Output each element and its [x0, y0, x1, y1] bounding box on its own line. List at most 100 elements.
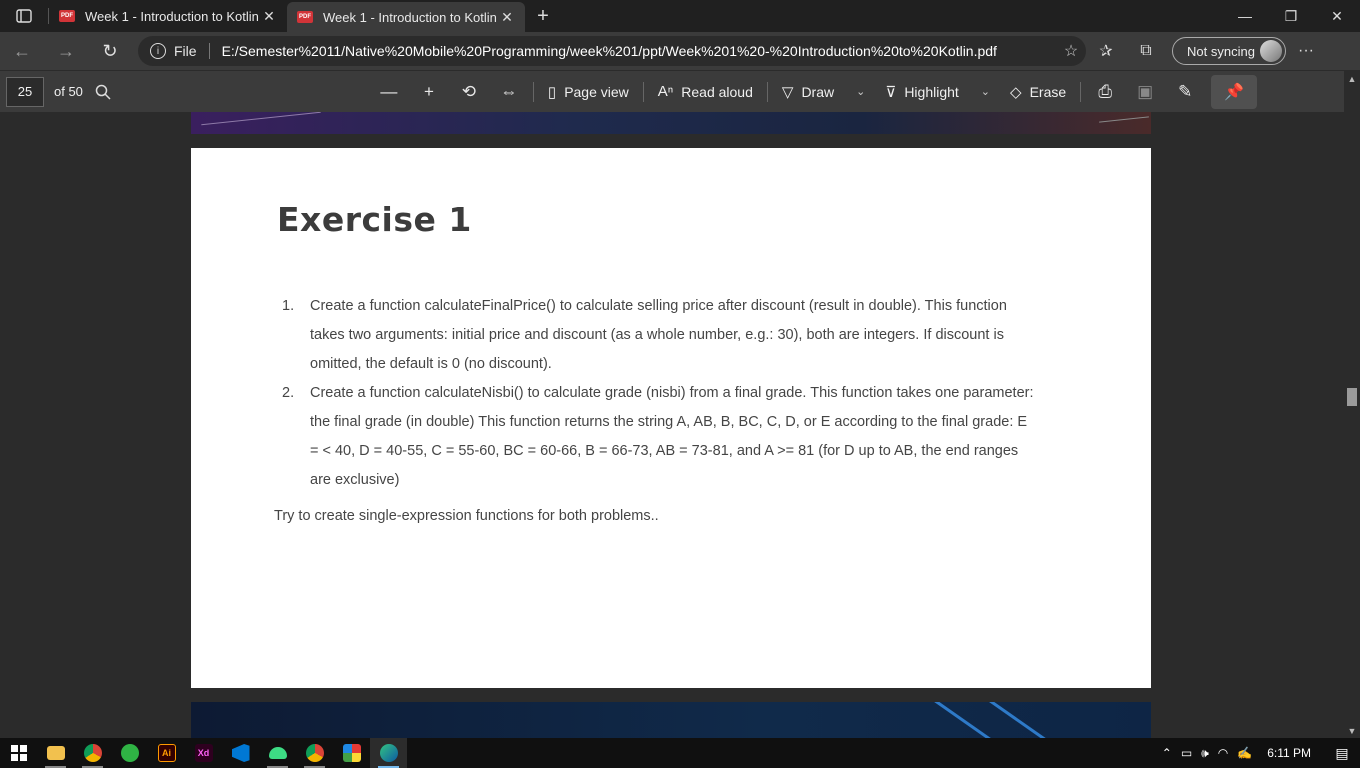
print-icon: ⎙ — [1098, 81, 1112, 101]
edge-icon — [379, 744, 398, 762]
toolbar-separator — [766, 81, 768, 102]
page-number-input[interactable]: 25 — [6, 76, 44, 107]
read-aloud-label: Read aloud — [681, 83, 753, 100]
pdf-viewer: Exercise 1 1. Create a function calculat… — [0, 112, 1344, 738]
save-as-button[interactable]: ✎ — [1165, 71, 1205, 113]
taskbar-illustrator[interactable]: Ai — [148, 738, 185, 768]
erase-label: Erase — [1029, 83, 1067, 100]
refresh-button[interactable]: ↻ — [88, 32, 132, 70]
close-tab-icon[interactable]: ✕ — [259, 8, 279, 25]
vertical-scrollbar[interactable]: ▲ ▼ — [1344, 70, 1360, 738]
decor-line — [980, 702, 1049, 738]
chat-icon — [120, 744, 139, 762]
arrow-left-icon: ← — [13, 40, 31, 61]
collections-button[interactable]: ⧉ — [1126, 42, 1166, 60]
save-button[interactable]: ▣ — [1125, 71, 1165, 113]
fit-to-width-button[interactable]: ⇔ — [489, 71, 529, 113]
draw-label: Draw — [801, 83, 835, 100]
taskbar-edge[interactable] — [370, 738, 407, 768]
pin-toolbar-button[interactable]: 📌 — [1211, 74, 1258, 109]
avatar — [1260, 40, 1282, 62]
pen-icon[interactable]: ✍ — [1237, 746, 1252, 760]
back-button[interactable]: ← — [0, 32, 44, 70]
add-favorite-icon[interactable]: ☆ — [1056, 41, 1086, 61]
taskbar-vscode[interactable] — [222, 738, 259, 768]
plus-icon: + — [423, 81, 434, 101]
taskbar: Ai Xd ⌃ ▭ 🕪 ◠ ✍ 6:11 PM ▤ — [0, 738, 1360, 768]
read-aloud-icon: A͏ⁿ — [657, 83, 674, 100]
url-field[interactable]: i File E:/Semester%2011/Native%20Mobile%… — [138, 36, 1086, 66]
slide-note: Try to create single-expression function… — [274, 508, 659, 524]
new-tab-button[interactable]: + — [525, 0, 561, 32]
page-view-button[interactable]: ▯ Page view — [538, 71, 639, 113]
taskbar-chrome[interactable] — [74, 738, 111, 768]
scrollbar-thumb[interactable] — [1347, 388, 1357, 406]
clock[interactable]: 6:11 PM — [1267, 746, 1311, 760]
zoom-out-button[interactable]: — — [369, 71, 409, 113]
address-bar: ← → ↻ i File E:/Semester%2011/Native%20M… — [0, 32, 1360, 70]
decor-line — [201, 112, 321, 126]
info-icon[interactable]: i — [150, 43, 166, 59]
taskbar-chrome-2[interactable] — [296, 738, 333, 768]
read-aloud-button[interactable]: A͏ⁿ Read aloud — [648, 71, 763, 113]
sync-status-label: Not syncing — [1187, 43, 1255, 59]
save-icon: ▣ — [1137, 81, 1154, 101]
chevron-down-icon[interactable]: ⌄ — [981, 85, 990, 98]
highlight-button[interactable]: ⊽ Highlight ⌄ — [875, 71, 1000, 113]
illustrator-icon: Ai — [157, 744, 176, 762]
plus-icon: + — [537, 4, 549, 27]
url-text[interactable]: E:/Semester%2011/Native%20Mobile%20Progr… — [222, 43, 1056, 59]
pinwheel-app-icon — [342, 744, 361, 762]
notification-icon[interactable]: ▤ — [1332, 745, 1352, 762]
start-button[interactable] — [0, 738, 37, 768]
search-button[interactable] — [83, 71, 123, 113]
minimize-button[interactable]: — — [1222, 0, 1268, 32]
draw-button[interactable]: ▽ Draw ⌄ — [772, 71, 875, 113]
xd-icon: Xd — [194, 744, 213, 762]
scroll-down-icon[interactable]: ▼ — [1344, 726, 1360, 736]
android-studio-icon — [268, 747, 287, 759]
favorites-button[interactable]: ✰ — [1086, 41, 1126, 61]
print-button[interactable]: ⎙ — [1085, 71, 1125, 113]
favorites-icon: ✰ — [1099, 43, 1113, 60]
toolbar-separator — [532, 81, 534, 102]
file-explorer-icon — [46, 746, 65, 760]
page-view-icon: ▯ — [547, 83, 557, 101]
tab-actions-button[interactable] — [0, 0, 48, 32]
scroll-up-icon[interactable]: ▲ — [1344, 74, 1360, 84]
system-tray: ⌃ ▭ 🕪 ◠ ✍ 6:11 PM ▤ — [1162, 745, 1360, 762]
taskbar-android-studio[interactable] — [259, 738, 296, 768]
exercise-list: 1. Create a function calculateFinalPrice… — [277, 292, 1037, 495]
volume-icon[interactable]: 🕪 — [1201, 746, 1209, 761]
taskbar-xd[interactable]: Xd — [185, 738, 222, 768]
show-hidden-icons-icon[interactable]: ⌃ — [1162, 746, 1172, 760]
settings-menu-button[interactable]: ··· — [1286, 42, 1326, 60]
wifi-icon[interactable]: ◠ — [1218, 746, 1228, 760]
tab-title: Week 1 - Introduction to Kotlin.p — [85, 8, 259, 24]
list-number: 1. — [282, 298, 295, 314]
tab-1[interactable]: PDF Week 1 - Introduction to Kotlin.p ✕ — [49, 0, 287, 32]
restore-button[interactable]: ❐ — [1268, 0, 1314, 32]
fit-width-icon: ⇔ — [500, 81, 518, 101]
arrow-right-icon: → — [57, 40, 75, 61]
tab-2[interactable]: PDF Week 1 - Introduction to Kotlin.p ✕ — [287, 2, 525, 32]
draw-icon: ▽ — [781, 83, 794, 101]
search-icon — [95, 84, 111, 100]
forward-button[interactable]: → — [44, 32, 88, 70]
close-tab-icon[interactable]: ✕ — [497, 9, 517, 26]
taskbar-chat[interactable] — [111, 738, 148, 768]
close-window-button[interactable]: ✕ — [1314, 0, 1360, 32]
profile-button[interactable]: Not syncing — [1172, 37, 1286, 65]
zoom-in-button[interactable]: + — [409, 71, 449, 113]
taskbar-pinwheel-app[interactable] — [333, 738, 370, 768]
taskbar-file-explorer[interactable] — [37, 738, 74, 768]
refresh-icon: ↻ — [102, 40, 118, 61]
page-view-label: Page view — [564, 83, 629, 100]
chrome-alt-icon — [305, 744, 324, 762]
erase-button[interactable]: ◇ Erase — [1000, 71, 1076, 113]
page-count: of 50 — [54, 84, 83, 99]
chevron-down-icon[interactable]: ⌄ — [856, 85, 865, 98]
decor-line — [1099, 116, 1149, 123]
battery-icon[interactable]: ▭ — [1181, 746, 1192, 760]
rotate-button[interactable]: ⟲ — [449, 71, 489, 113]
